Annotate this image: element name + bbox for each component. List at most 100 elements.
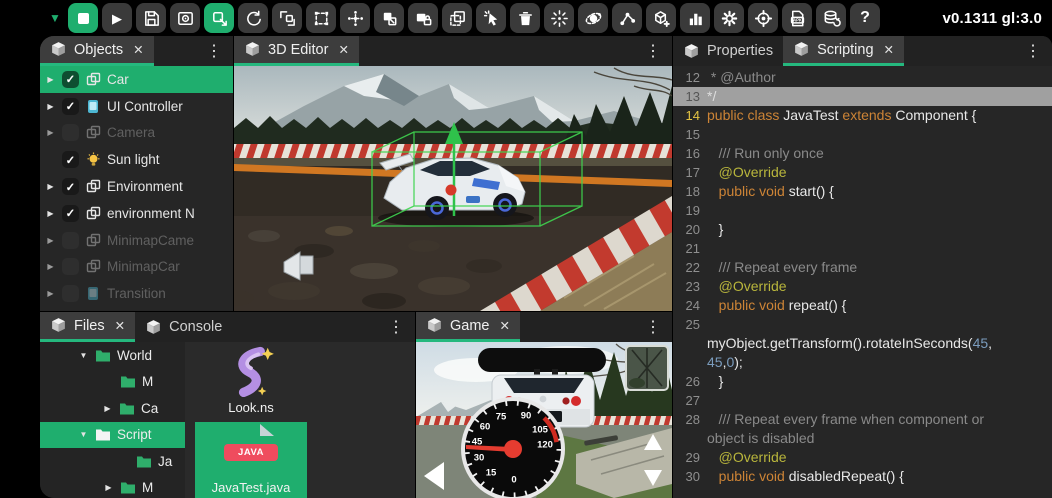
object-row-environment[interactable]: ▶✓Environment — [40, 173, 233, 200]
save-button[interactable] — [136, 3, 166, 33]
game-menu-icon[interactable]: ⋮ — [634, 312, 672, 342]
tree-row-script[interactable]: ▼Script — [40, 422, 185, 449]
expand-icon[interactable]: ▶ — [103, 483, 114, 492]
tab-console[interactable]: Console — [135, 312, 232, 342]
object-row-sun-light[interactable]: ✓Sun light — [40, 146, 233, 173]
expand-icon[interactable]: ▶ — [45, 182, 56, 191]
tab-game[interactable]: Game ✕ — [416, 312, 520, 342]
stats-button[interactable] — [680, 3, 710, 33]
bring-forward-button[interactable] — [374, 3, 404, 33]
tree-row-world[interactable]: ▼World — [40, 342, 185, 369]
tree-row-m1[interactable]: M — [40, 369, 185, 396]
files-tabbar: Files ✕ Console ⋮ — [40, 312, 415, 342]
build-target-button[interactable] — [748, 3, 778, 33]
checkbox-checked[interactable]: ✓ — [62, 178, 79, 195]
touch-tool-button[interactable] — [476, 3, 506, 33]
tab-3d-editor[interactable]: 3D Editor ✕ — [234, 36, 359, 66]
expand-icon[interactable]: ▶ — [45, 102, 56, 111]
expand-icon[interactable]: ▶ — [45, 128, 56, 137]
gauge-label: 75 — [496, 412, 507, 423]
particles-button[interactable] — [544, 3, 574, 33]
lock-object-button[interactable] — [408, 3, 438, 33]
right-tabbar: Properties Scripting ✕ ⋮ — [673, 36, 1052, 66]
right-menu-icon[interactable]: ⋮ — [1014, 36, 1052, 66]
cube-icon — [683, 43, 700, 60]
object-label: Transition — [107, 286, 166, 301]
code-line: 21 — [673, 239, 1052, 258]
tree-row-ja[interactable]: Ja — [40, 448, 185, 475]
tab-scripting[interactable]: Scripting ✕ — [783, 36, 904, 66]
scale-tool-button[interactable] — [272, 3, 302, 33]
object-row-camera[interactable]: ▶ ✓ Camera — [40, 120, 233, 147]
delete-button[interactable] — [510, 3, 540, 33]
expand-icon[interactable]: ▶ — [45, 289, 56, 298]
add-object-button[interactable] — [646, 3, 676, 33]
expand-icon[interactable]: ▶ — [45, 209, 56, 218]
database-sync-icon — [822, 9, 841, 28]
checkbox-checked[interactable]: ✓ — [62, 98, 79, 115]
object-row-minimapcar[interactable]: ▶✓MinimapCar — [40, 254, 233, 281]
checkbox-checked[interactable]: ✓ — [62, 205, 79, 222]
files-menu-icon[interactable]: ⋮ — [377, 312, 415, 342]
close-icon[interactable]: ✕ — [133, 42, 143, 57]
help-button[interactable]: ? — [850, 3, 880, 33]
game-viewport[interactable]: 0 15 30 45 60 75 90 105 120 — [416, 342, 672, 498]
3d-viewport[interactable] — [234, 66, 672, 311]
path-nodes-button[interactable] — [612, 3, 642, 33]
path-nodes-icon — [618, 9, 637, 28]
toolbar-dropdown-icon[interactable]: ▼ — [46, 11, 64, 25]
object-row-environment-n[interactable]: ▶✓environment N — [40, 200, 233, 227]
code-line: 18 public void start() { — [673, 182, 1052, 201]
gauge-label: 90 — [521, 411, 532, 422]
expand-icon[interactable]: ▶ — [45, 236, 56, 245]
minimap — [626, 346, 668, 390]
scripting-panel: Properties Scripting ✕ ⋮ 12 * @Author13*… — [673, 36, 1052, 498]
code-editor[interactable]: 12 * @Author13*/14public class JavaTest … — [673, 66, 1052, 498]
checkbox-unchecked[interactable]: ✓ — [62, 124, 79, 141]
rotate-tool-button[interactable] — [238, 3, 268, 33]
file-tile-look-ns[interactable]: Look.ns — [195, 344, 307, 422]
close-icon[interactable]: ✕ — [500, 318, 510, 333]
close-icon[interactable]: ✕ — [115, 318, 125, 333]
expand-icon[interactable]: ▶ — [45, 75, 56, 84]
rect-select-button[interactable] — [306, 3, 336, 33]
translate-tool-button[interactable] — [204, 3, 234, 33]
tab-files[interactable]: Files ✕ — [40, 312, 135, 342]
tree-row-ca[interactable]: ▶Ca — [40, 395, 185, 422]
preview-button[interactable] — [170, 3, 200, 33]
expand-icon[interactable]: ▶ — [45, 262, 56, 271]
stop-button[interactable] — [68, 3, 98, 33]
object-row-car[interactable]: ▶✓Car — [40, 66, 233, 93]
export-apk-button[interactable]: APK — [782, 3, 812, 33]
pivot-tool-button[interactable] — [340, 3, 370, 33]
duplicate-button[interactable] — [442, 3, 472, 33]
database-sync-button[interactable] — [816, 3, 846, 33]
file-name: JavaTest.java — [212, 480, 291, 495]
editor3d-menu-icon[interactable]: ⋮ — [634, 36, 672, 66]
settings-button[interactable] — [714, 3, 744, 33]
cube-icon — [50, 41, 67, 58]
checkbox-unchecked[interactable]: ✓ — [62, 285, 79, 302]
objects-menu-icon[interactable]: ⋮ — [195, 36, 233, 66]
object-row-transition[interactable]: ▶ ✓ Transition — [40, 280, 233, 307]
object-row-minimapcamera[interactable]: ▶✓MinimapCame — [40, 227, 233, 254]
tab-files-label: Files — [74, 318, 105, 334]
tree-row-m2[interactable]: ▶M — [40, 475, 185, 498]
file-tile-javatest[interactable]: JAVA JavaTest.java — [195, 422, 307, 498]
checkbox-checked[interactable]: ✓ — [62, 151, 79, 168]
close-icon[interactable]: ✕ — [884, 42, 894, 57]
collapse-icon[interactable]: ▼ — [78, 351, 89, 360]
tab-objects[interactable]: Objects ✕ — [40, 36, 154, 66]
object-label: Camera — [107, 125, 155, 140]
expand-icon[interactable]: ▶ — [102, 404, 113, 413]
translate-icon — [210, 9, 229, 28]
checkbox-unchecked[interactable]: ✓ — [62, 258, 79, 275]
checkbox-checked[interactable]: ✓ — [62, 71, 79, 88]
checkbox-unchecked[interactable]: ✓ — [62, 232, 79, 249]
collapse-icon[interactable]: ▼ — [78, 430, 89, 439]
play-button[interactable]: ▶ — [102, 3, 132, 33]
object-row-ui-controller[interactable]: ▶✓UI Controller — [40, 93, 233, 120]
tab-properties[interactable]: Properties — [673, 36, 783, 66]
close-icon[interactable]: ✕ — [338, 42, 348, 57]
orbit-physics-button[interactable] — [578, 3, 608, 33]
